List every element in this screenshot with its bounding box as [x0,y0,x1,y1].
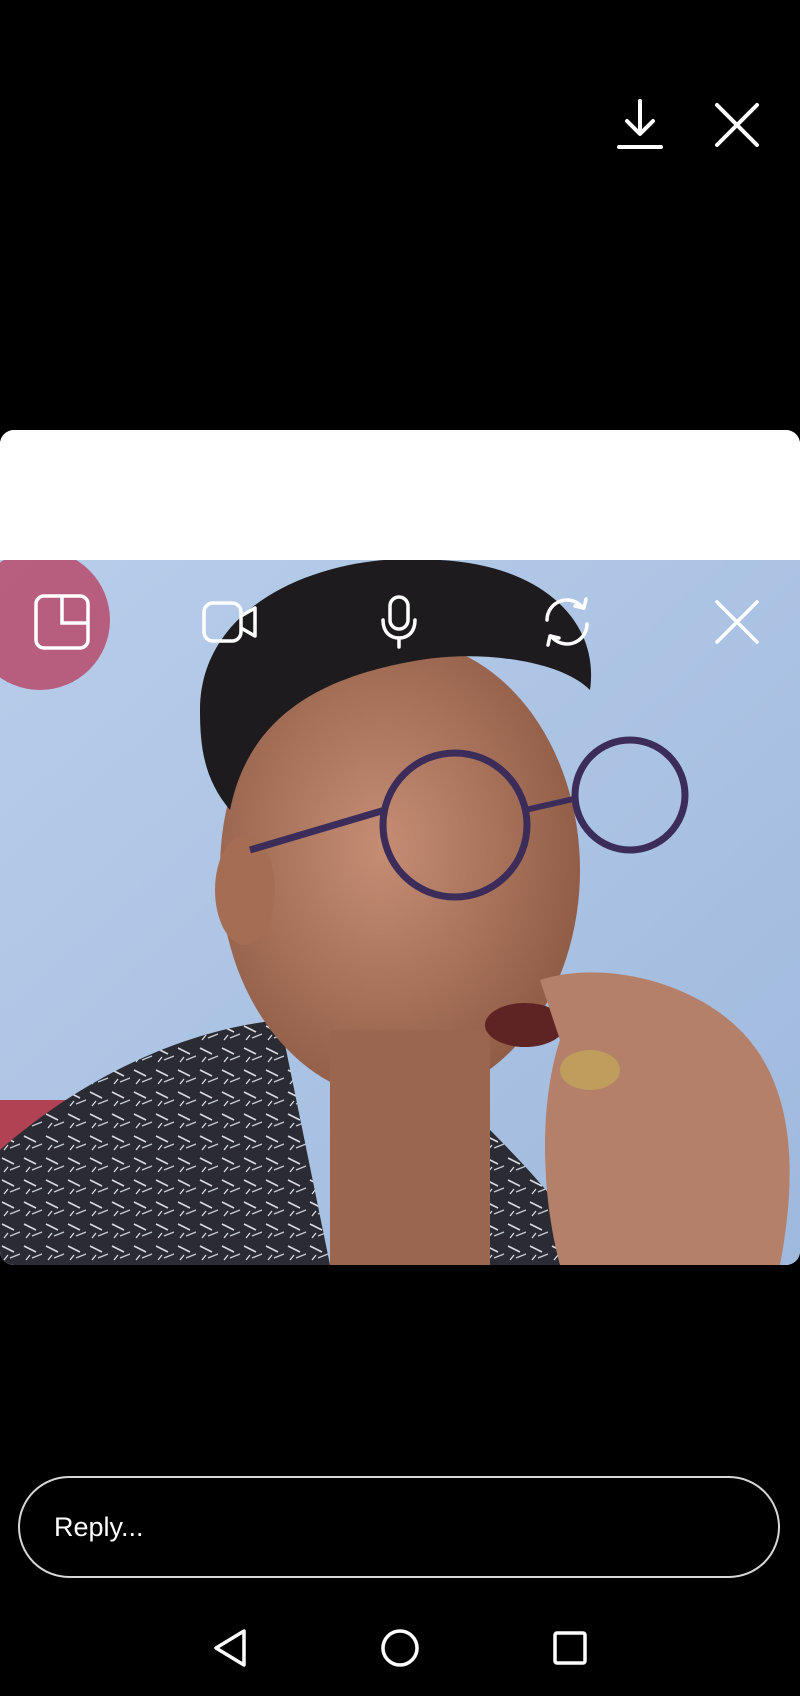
picture-in-picture-button[interactable] [30,590,94,654]
reply-placeholder: Reply... [54,1511,144,1542]
download-icon [617,99,663,149]
reply-input[interactable]: Reply... [18,1476,780,1578]
home-button[interactable] [370,1618,430,1678]
switch-camera-button[interactable] [535,590,599,654]
close-icon [715,600,759,644]
switch-camera-icon [545,597,589,647]
end-call-close-button[interactable] [705,590,769,654]
microphone-icon [381,595,417,649]
microphone-button[interactable] [367,590,431,654]
media-card [0,430,800,1265]
close-button[interactable] [712,100,762,150]
back-button[interactable] [200,1618,260,1678]
video-camera-button[interactable] [198,590,262,654]
home-circle-icon [381,1629,419,1667]
picture-in-picture-icon [34,594,90,650]
recents-square-icon [553,1631,587,1665]
back-triangle-icon [214,1629,246,1667]
download-button[interactable] [615,99,665,150]
video-scene-image [0,560,800,1265]
video-camera-icon [202,601,257,643]
recents-button[interactable] [540,1618,600,1678]
close-icon [715,103,759,147]
system-navigation-bar [0,1608,800,1688]
card-header-blank [0,430,800,560]
video-call-frame[interactable] [0,560,800,1265]
video-call-controls [0,590,800,654]
